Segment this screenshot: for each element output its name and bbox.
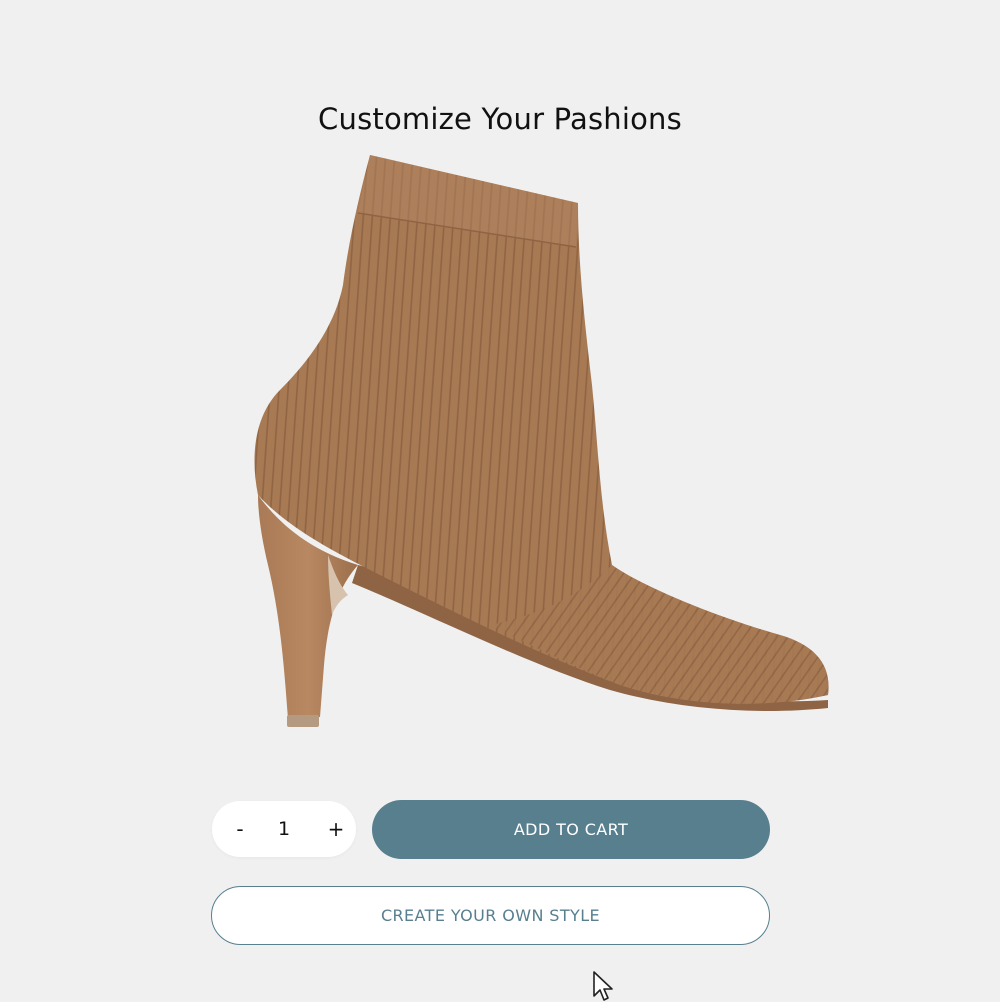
decrease-quantity-button[interactable]: - <box>220 801 260 857</box>
create-your-own-style-button[interactable]: CREATE YOUR OWN STYLE <box>211 886 770 945</box>
quantity-stepper: - 1 + <box>212 801 356 857</box>
page-title: Customize Your Pashions <box>318 102 682 136</box>
add-to-cart-button[interactable]: ADD TO CART <box>372 800 770 859</box>
quantity-value[interactable]: 1 <box>262 801 306 857</box>
ankle-boot-image <box>254 155 829 727</box>
increase-quantity-button[interactable]: + <box>316 801 356 857</box>
mouse-pointer-icon <box>593 971 613 1001</box>
